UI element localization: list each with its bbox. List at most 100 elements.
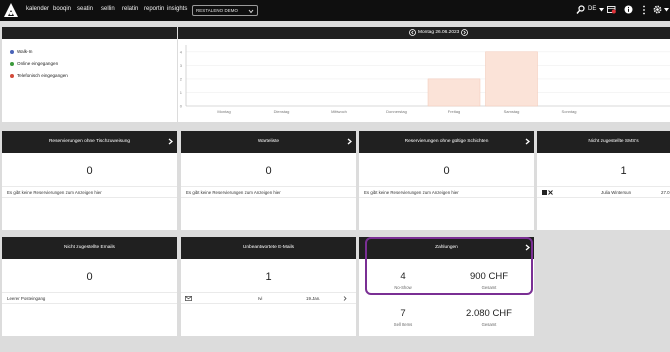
chevron-right-icon[interactable] [525,138,530,145]
sms-row[interactable]: Julia Wintersun 27.0 [537,186,670,198]
nav-reportin[interactable]: reportin [144,6,164,12]
chart-header: Montag 26.06.2023 [178,27,670,39]
card-title: Reservierungen ohne gültige Schichten [404,139,489,144]
card-header: Reservierungen ohne gültige Schichten [359,131,534,153]
nav-kalender[interactable]: kalender [26,6,49,12]
nav-seatin[interactable]: seatin [77,6,93,12]
walkin-dot-icon [10,49,14,54]
x-tick-label: Samstag [504,109,520,114]
close-icon[interactable] [548,190,553,195]
x-tick-label: Montag [217,109,230,114]
empty-state: Es gibt keine Reservierungen zum Anzeige… [359,186,534,198]
next-week-icon[interactable] [461,29,468,36]
restaleno-logo-icon[interactable] [3,2,19,18]
empty-message: Leerer Posteingang [7,296,46,301]
more-menu-icon[interactable] [642,5,646,15]
previous-week-icon[interactable] [409,29,416,36]
email-row[interactable]: Ivi 19.Jan. [181,292,356,304]
chevron-down-icon [248,9,254,14]
sms-recipient-name: Julia Wintersun [601,190,632,195]
top-navigation-bar: kalender booqin seatin sellin relatin re… [0,0,670,21]
chart-plot-area: 0 1 2 3 4 Montag Dienstag Mittwoch Donnerstag Fre… [180,45,670,114]
chevron-right-icon[interactable] [343,296,347,301]
legend-item-phone[interactable]: Telefonisch eingegangen [10,73,68,78]
y-tick-label: 0 [180,104,183,109]
email-sender: Ivi [258,296,263,301]
x-tick-label: Donnerstag [386,109,407,114]
legend-item-online[interactable]: Online eingegangen [10,61,58,66]
reservation-source-legend: Walk-In Online eingegangen Telefonisch e… [2,27,177,122]
card-waitlist: Warteliste 0 Es gibt keine Reservierunge… [181,131,356,230]
weekly-reservations-chart: Montag 26.06.2023 0 1 2 3 4 Montag Dienstag Mit… [178,27,670,122]
x-tick-label: Freitag [448,109,460,114]
y-tick-label: 4 [180,49,183,54]
card-title: Nicht zugestellte SMS's [588,139,639,144]
sell-items-total: 2.080 CHF [466,308,512,319]
sms-date: 27.0 [661,190,670,195]
edit-icon[interactable] [542,190,547,195]
legend-label: Walk-In [17,49,33,54]
card-count: 0 [86,165,93,177]
legend-label: Telefonisch eingegangen [17,73,68,78]
sell-items-total-label: Gesamt [481,322,497,327]
card-title: Warteliste [257,139,280,144]
envelope-icon [185,296,192,301]
email-date: 19.Jan. [306,296,321,301]
language-chevron-icon[interactable] [599,8,604,12]
x-tick-label: Dienstag [274,109,290,114]
card-title: Reservierungen ohne Tischzuweisung [48,139,131,144]
language-selector[interactable]: DE [588,6,596,12]
search-icon[interactable] [576,5,585,15]
chart-date-label[interactable]: Montag 26.06.2023 [418,30,459,35]
x-tick-label: Sonntag [562,109,577,114]
card-title: Unbeantwortete E-Mails [242,245,295,250]
settings-chevron-icon[interactable] [664,8,669,12]
notifications-icon[interactable] [607,5,616,15]
y-tick-label: 3 [180,63,183,68]
card-count: 0 [265,165,272,177]
empty-message: Es gibt keine Reservierungen zum Anzeige… [186,190,281,195]
card-header: Nicht zugestellte SMS's [537,131,670,153]
restaurant-select[interactable]: RESTALENO DEMO [192,5,258,16]
payments-highlight-annotation [365,237,533,295]
empty-state: Es gibt keine Reservierungen zum Anzeige… [2,186,177,198]
card-count: 0 [86,271,93,283]
card-undelivered-sms: Nicht zugestellte SMS's 1 Julia Wintersu… [537,131,670,230]
restaurant-select-value: RESTALENO DEMO [196,8,239,13]
y-tick-label: 1 [180,90,183,95]
card-no-table-assignment: Reservierungen ohne Tischzuweisung 0 Es … [2,131,177,230]
phone-dot-icon [10,73,14,78]
card-undelivered-emails: Nicht zugestellte Emails 0 Leerer Postei… [2,237,177,336]
card-no-valid-shift: Reservierungen ohne gültige Schichten 0 … [359,131,534,230]
card-header: Nicht zugestellte Emails [2,237,177,259]
card-header: Warteliste [181,131,356,153]
bar-freitag[interactable] [427,78,481,107]
sell-items-label: Sell Items [393,322,413,327]
nav-relatin[interactable]: relatin [122,6,138,12]
empty-message: Es gibt keine Reservierungen zum Anzeige… [364,190,459,195]
info-icon[interactable] [624,5,633,14]
bar-samstag[interactable] [485,51,538,107]
nav-sellin[interactable]: sellin [101,6,115,12]
card-header: Reservierungen ohne Tischzuweisung [2,131,177,153]
online-dot-icon [10,61,14,66]
nav-insights[interactable]: insights [167,6,187,12]
nav-booqin[interactable]: booqin [53,6,71,12]
settings-gear-icon[interactable] [653,5,662,14]
sell-items-count: 7 [400,308,406,319]
empty-message: Es gibt keine Reservierungen zum Anzeige… [7,190,102,195]
x-tick-label: Mittwoch [331,109,347,114]
legend-label: Online eingegangen [17,61,59,66]
legend-item-walkin[interactable]: Walk-In [10,49,32,54]
chevron-right-icon[interactable] [168,138,173,145]
card-title: Nicht zugestellte Emails [64,245,115,250]
y-tick-label: 2 [180,76,183,81]
card-count: 1 [265,271,272,283]
card-header: Unbeantwortete E-Mails [181,237,356,259]
chevron-right-icon[interactable] [347,138,352,145]
card-count: 1 [620,165,627,177]
empty-state: Leerer Posteingang [2,292,177,304]
empty-state: Es gibt keine Reservierungen zum Anzeige… [181,186,356,198]
card-unanswered-emails: Unbeantwortete E-Mails 1 Ivi 19.Jan. [181,237,356,336]
card-count: 0 [443,165,450,177]
